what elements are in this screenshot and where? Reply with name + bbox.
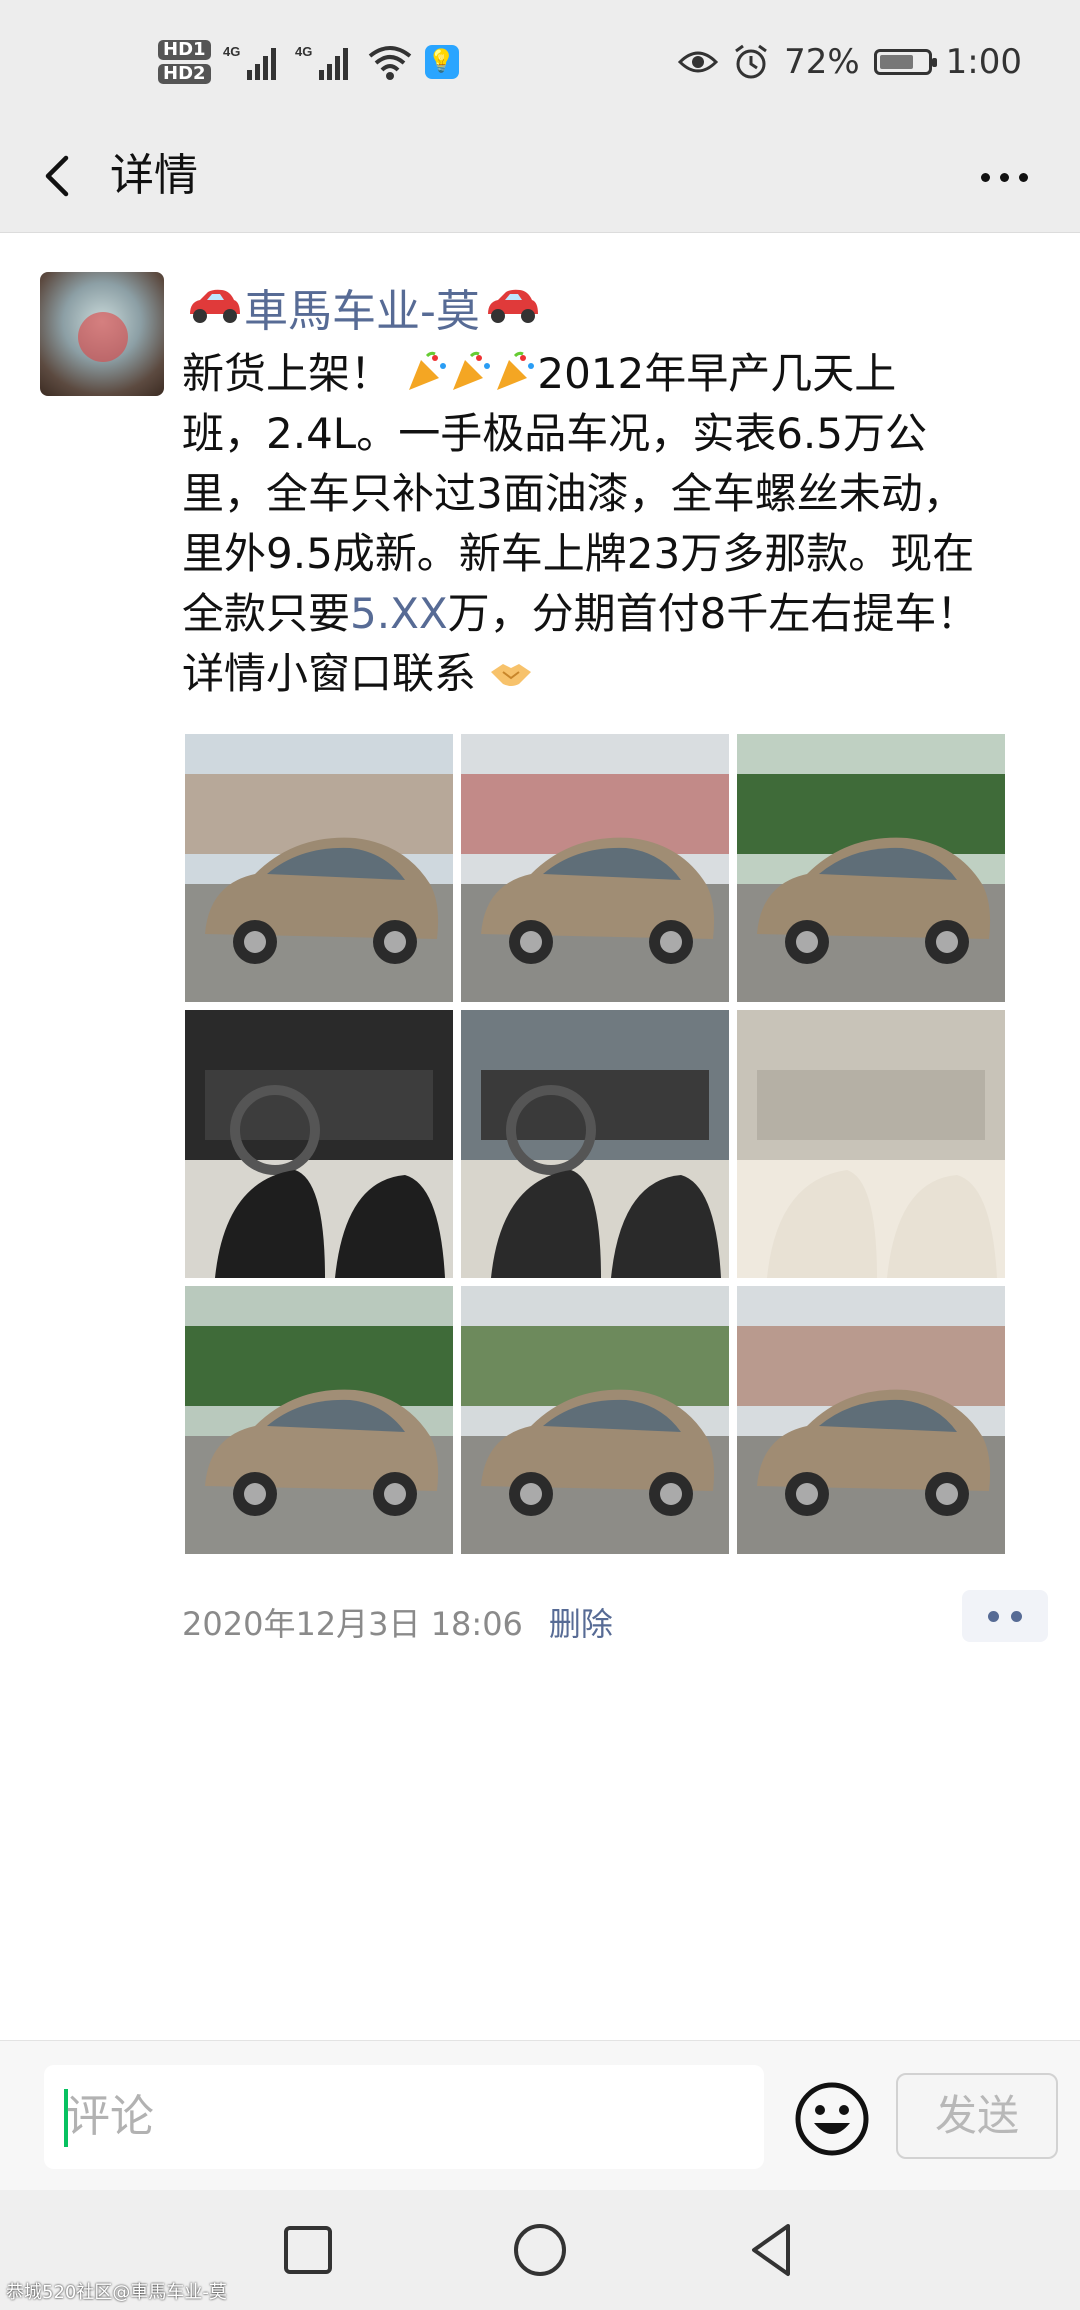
svg-text:4G: 4G xyxy=(223,44,240,59)
alarm-icon xyxy=(735,44,767,79)
battery-icon xyxy=(873,49,937,75)
delete-link[interactable]: 删除 xyxy=(549,1605,613,1643)
party-popper-icon xyxy=(453,351,491,390)
post-author[interactable]: 車馬车业-莫 xyxy=(182,272,542,342)
emoji-icon[interactable] xyxy=(794,2081,870,2157)
send-button[interactable]: 发送 xyxy=(896,2073,1058,2159)
car-rear-seat-photo[interactable] xyxy=(737,1010,1005,1278)
svg-text:4G: 4G xyxy=(295,44,312,59)
post-timestamp: 2020年12月3日 18:06 xyxy=(182,1605,523,1643)
comment-placeholder: 评论 xyxy=(66,2091,154,2142)
post-content: 新货上架！ 2012年早产几天上 班，2.4L。一手极品车况，实表6.5万公 里… xyxy=(182,344,1042,704)
wifi-icon xyxy=(368,46,411,80)
post-text: 里外9.5成新。新车上牌23万多那款。现在 xyxy=(182,529,975,578)
car-front-right-photo[interactable] xyxy=(737,734,1005,1002)
post-text: 万，分期首付8千左右提车！ xyxy=(447,589,979,638)
car-rear-left-photo[interactable] xyxy=(185,1286,453,1554)
comment-action-button[interactable] xyxy=(962,1590,1048,1642)
price-link[interactable]: 5.XX xyxy=(350,589,448,638)
party-popper-icon xyxy=(409,351,447,390)
car-rear-right-photo[interactable] xyxy=(737,1286,1005,1554)
eye-icon xyxy=(678,51,719,73)
avatar[interactable] xyxy=(40,272,164,396)
car-front-left-photo[interactable] xyxy=(185,734,453,1002)
recents-icon[interactable] xyxy=(278,2220,338,2280)
hd1-label: HD1 xyxy=(158,40,211,60)
car-interior-photo[interactable] xyxy=(461,1010,729,1278)
top-navbar: 详情 xyxy=(0,124,1080,233)
comment-bar: 评论 发送 xyxy=(0,2040,1080,2191)
post-text: 班，2.4L。一手极品车况，实表6.5万公 xyxy=(182,409,927,458)
post-text: 里，全车只补过3面油漆，全车螺丝未动， xyxy=(182,469,965,518)
watermark: 恭城520社区@車馬车业-莫 xyxy=(6,2282,227,2303)
hd-indicator: HD1 HD2 xyxy=(158,40,211,84)
hd2-label: HD2 xyxy=(158,64,211,84)
red-car-icon xyxy=(190,289,240,323)
battery-percent: 72% xyxy=(784,42,860,82)
signal-icon: 4G xyxy=(223,44,276,80)
post-text: 详情小窗口联系 xyxy=(182,649,477,698)
handshake-icon xyxy=(491,664,532,686)
chevron-left-icon[interactable] xyxy=(32,146,92,206)
clock: 1:00 xyxy=(945,42,1022,82)
post-text: 2012年早产几天上 xyxy=(537,349,897,398)
status-bar: HD1 HD2 4G 4G 💡 72% 1:00 xyxy=(0,0,1080,124)
red-car-icon xyxy=(487,289,538,323)
bulb-icon: 💡 xyxy=(424,45,459,79)
comment-input[interactable]: 评论 xyxy=(44,2065,764,2169)
page-title: 详情 xyxy=(110,150,198,201)
party-popper-icon xyxy=(497,351,535,390)
post-text: 全款只要 xyxy=(182,589,351,638)
author-name[interactable]: 車馬车业-莫 xyxy=(244,275,480,339)
car-front-photo[interactable] xyxy=(461,734,729,1002)
back-icon[interactable] xyxy=(742,2220,802,2280)
post-text: 新货上架！ xyxy=(182,349,393,398)
home-icon[interactable] xyxy=(510,2220,570,2280)
signal-icon: 4G xyxy=(295,44,348,80)
post-meta: 2020年12月3日 18:06 删除 xyxy=(182,1600,613,1648)
car-rear-photo[interactable] xyxy=(461,1286,729,1554)
car-dashboard-photo[interactable] xyxy=(185,1010,453,1278)
more-dots-icon[interactable] xyxy=(974,162,1034,192)
